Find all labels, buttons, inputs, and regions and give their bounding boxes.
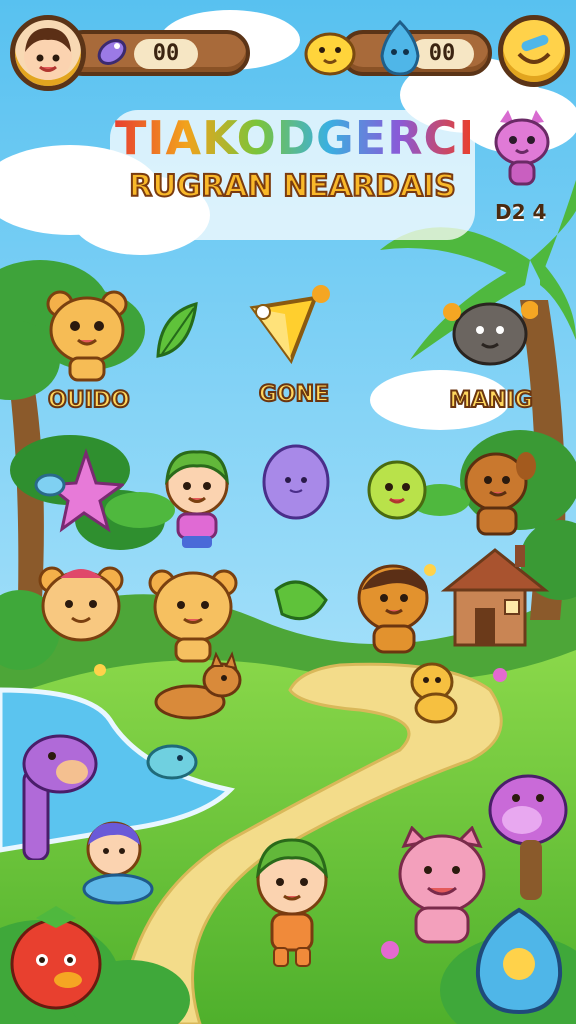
title-line-2: RUGRAN NEARDAIS: [128, 168, 457, 205]
tomato-character[interactable]: [6, 898, 106, 1018]
pink-cat-character[interactable]: [490, 108, 554, 192]
purple-hippo-character[interactable]: [482, 770, 572, 900]
green-hat-kid-character[interactable]: [244, 834, 340, 970]
cub-character[interactable]: [36, 558, 126, 644]
fish-in-river-character[interactable]: [132, 738, 202, 788]
resource-counter-left: 00: [60, 30, 250, 76]
gray-critter-character[interactable]: [442, 290, 538, 370]
fish-icon: [97, 39, 127, 65]
yellow-cat-character[interactable]: [404, 656, 468, 726]
gem-item[interactable]: [245, 278, 337, 370]
map-button[interactable]: [498, 15, 570, 87]
avatar: [24, 28, 72, 80]
purple-blob-character[interactable]: [258, 442, 334, 526]
yellow-critter-icon: [304, 32, 356, 76]
monkey-character[interactable]: [348, 560, 438, 656]
level-indicator: D2 4: [495, 200, 547, 224]
tile-label-2: GONE: [258, 381, 330, 408]
brown-dog-character[interactable]: [456, 446, 538, 538]
boy-character[interactable]: [152, 442, 242, 552]
leaf-icon: [156, 301, 198, 358]
tile-label-3: MANIG: [448, 387, 534, 414]
star-item[interactable]: [34, 445, 124, 535]
player-avatar-button[interactable]: [10, 15, 86, 91]
blue-egg-item[interactable]: [472, 906, 566, 1016]
tile-label-1: OUIDO: [47, 387, 131, 414]
game-title: TIAKODGERCE RUGRAN NEARDAIS: [115, 111, 491, 206]
game-screen: 00 00 TIAKODGERCE RUGRAN NEARDAIS D2 4 O…: [0, 0, 576, 1024]
kid-character[interactable]: [76, 815, 156, 905]
blue-critter-icon: [380, 19, 420, 76]
smiling-sun-icon: [517, 34, 551, 64]
bear-character[interactable]: [42, 288, 132, 384]
fox-character[interactable]: [150, 650, 246, 724]
left-counter-value: 00: [134, 39, 198, 69]
title-line-1: TIAKODGERCE: [115, 111, 491, 165]
leaf-item[interactable]: [270, 570, 332, 630]
green-ball-character[interactable]: [362, 455, 432, 525]
